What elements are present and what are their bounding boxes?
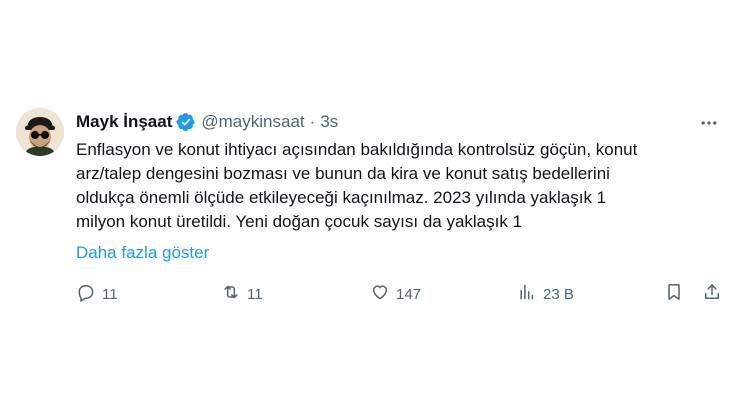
share-icon: [702, 282, 722, 306]
tweet-text-line: milyon konut üretildi. Yeni doğan çocuk …: [76, 212, 523, 231]
like-button[interactable]: 147: [370, 281, 421, 307]
retweet-count: 11: [247, 285, 263, 303]
retweet-button[interactable]: 11: [221, 281, 263, 307]
tweet-text-line: Enflasyon ve konut ihtiyacı açısından ba…: [76, 140, 638, 159]
verified-badge-icon: [176, 112, 196, 132]
action-bar: 11 11 147 23 B: [76, 281, 726, 307]
tweet-header: Mayk İnşaat @maykinsaat · 3s: [76, 110, 338, 134]
bookmark-button[interactable]: [664, 281, 684, 307]
share-button[interactable]: [702, 281, 722, 307]
like-icon: [370, 282, 390, 306]
tweet-text: Enflasyon ve konut ihtiyacı açısından ba…: [76, 138, 716, 234]
more-icon[interactable]: [698, 112, 720, 134]
views-count: 23 B: [543, 285, 574, 303]
bookmark-icon: [664, 282, 684, 306]
timestamp[interactable]: 3s: [320, 112, 338, 132]
tweet-text-line: arz/talep dengesini bozması ve bunun da …: [76, 164, 610, 183]
avatar[interactable]: [16, 108, 64, 156]
reply-count: 11: [102, 285, 118, 303]
retweet-icon: [221, 282, 241, 306]
handle[interactable]: @maykinsaat: [201, 112, 304, 132]
reply-icon: [76, 282, 96, 306]
tweet-text-line: oldukça önemli ölçüde etkileyeceği kaçın…: [76, 188, 607, 207]
display-name[interactable]: Mayk İnşaat: [76, 112, 172, 132]
like-count: 147: [396, 285, 422, 303]
separator-dot: ·: [309, 112, 316, 131]
reply-button[interactable]: 11: [76, 281, 118, 307]
show-more-link[interactable]: Daha fazla göster: [76, 241, 209, 265]
tweet[interactable]: Mayk İnşaat @maykinsaat · 3s Enflasyon v…: [0, 0, 730, 420]
views-icon: [517, 282, 537, 306]
views-button[interactable]: 23 B: [517, 281, 574, 307]
